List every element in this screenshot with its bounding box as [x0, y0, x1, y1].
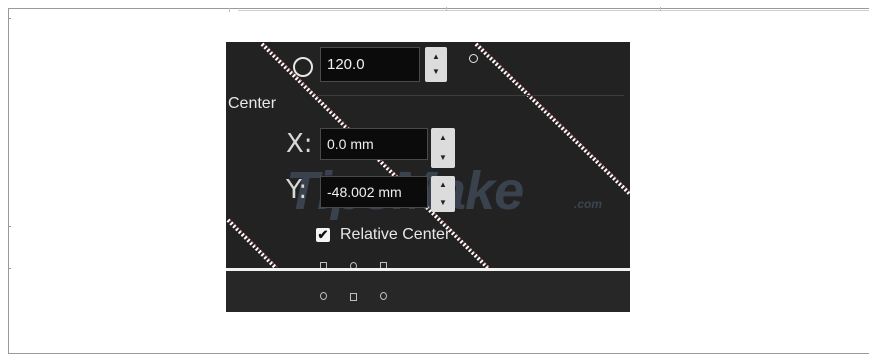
- anchor-middle-center-icon[interactable]: [350, 293, 357, 301]
- guide-line: [474, 42, 630, 196]
- side-tick: [8, 268, 11, 269]
- spinner-down-icon[interactable]: ▼: [439, 154, 447, 162]
- ruler-tick: [446, 7, 447, 11]
- spinner-up-icon[interactable]: ▲: [432, 53, 440, 61]
- center-x-spinner[interactable]: ▲ ▼: [431, 128, 455, 168]
- relative-center-label[interactable]: Relative Center: [340, 226, 450, 244]
- center-x-input[interactable]: 0.0 mm: [320, 128, 428, 160]
- guide-line-accent: [477, 43, 630, 193]
- rotation-angle-input[interactable]: 120.0: [320, 47, 420, 82]
- guide-line-accent: [229, 219, 279, 269]
- spinner-down-icon[interactable]: ▼: [432, 68, 440, 76]
- ruler-tick: [660, 7, 661, 11]
- anchor-row-strip: [226, 271, 630, 312]
- center-section-label: Center: [228, 95, 277, 112]
- spinner-up-icon[interactable]: ▲: [439, 134, 447, 142]
- degree-icon: [469, 54, 478, 63]
- x-axis-label: X:: [286, 129, 313, 159]
- section-separator: [318, 95, 624, 96]
- center-y-input[interactable]: -48.002 mm: [320, 176, 428, 208]
- guide-line: [226, 218, 278, 270]
- side-tick: [8, 18, 11, 19]
- center-y-spinner[interactable]: ▲ ▼: [431, 176, 455, 212]
- ruler-tick: [229, 8, 230, 12]
- anchor-middle-right-icon[interactable]: [380, 292, 387, 300]
- relative-center-checkbox[interactable]: ✔: [316, 228, 330, 242]
- side-tick: [8, 226, 11, 227]
- rotation-circle-icon: [293, 57, 313, 77]
- anchor-middle-left-icon[interactable]: [320, 292, 327, 300]
- spinner-up-icon[interactable]: ▲: [439, 181, 447, 189]
- ruler-line: [238, 10, 869, 11]
- rotation-spinner[interactable]: ▲ ▼: [425, 47, 447, 82]
- spinner-down-icon[interactable]: ▼: [439, 199, 447, 207]
- y-axis-label: Y:: [286, 175, 308, 205]
- transform-panel: TipsMake .com 120.0 ▲ ▼ Center X: 0.0 mm…: [226, 42, 630, 312]
